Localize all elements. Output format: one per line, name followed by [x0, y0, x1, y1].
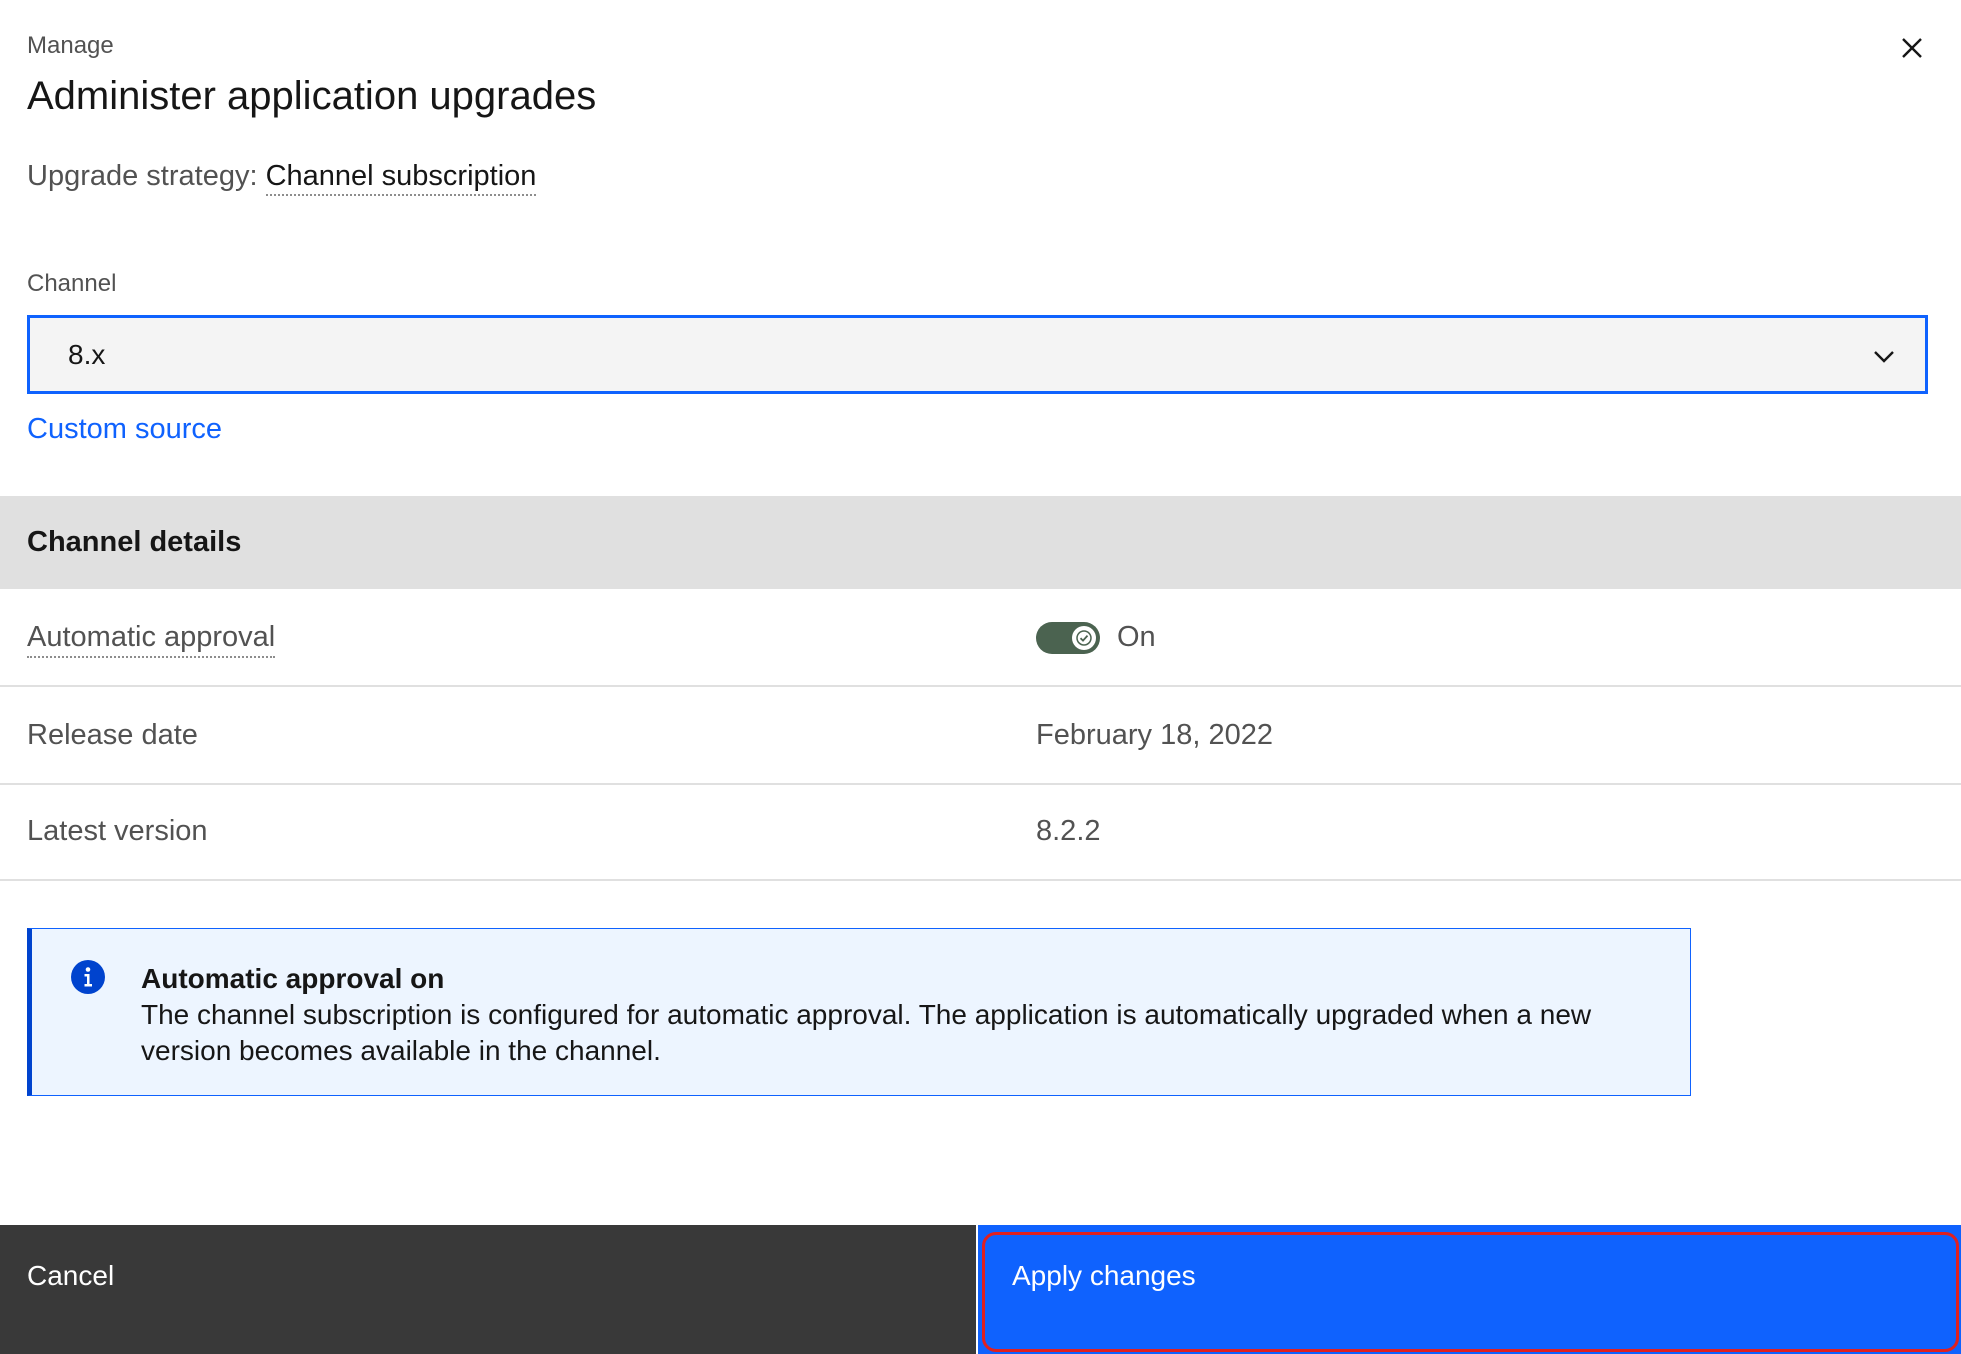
upgrade-strategy-value[interactable]: Channel subscription — [265, 160, 537, 196]
detail-key[interactable]: Automatic approval — [27, 621, 276, 658]
toggle-state-text: On — [1117, 621, 1156, 653]
modal: Manage Administer application upgrades U… — [0, 0, 1961, 1354]
detail-value: 8.2.2 — [1036, 815, 1101, 847]
channel-details-title: Channel details — [27, 526, 242, 558]
modal-eyebrow: Manage — [27, 32, 114, 59]
custom-source-link[interactable]: Custom source — [27, 413, 222, 446]
close-icon — [1902, 38, 1922, 58]
detail-row-automatic-approval: Automatic approval On — [0, 589, 1961, 687]
cancel-button-label: Cancel — [27, 1260, 115, 1291]
channel-details-header: Channel details — [0, 496, 1961, 589]
automatic-approval-toggle[interactable]: On — [1036, 621, 1156, 654]
detail-row-latest-version: Latest version 8.2.2 — [0, 783, 1961, 881]
close-button[interactable] — [1890, 26, 1934, 70]
upgrade-strategy: Upgrade strategy: Channel subscription — [27, 160, 537, 196]
information-icon — [71, 960, 105, 994]
detail-key: Latest version — [27, 815, 208, 847]
apply-changes-button-label: Apply changes — [1012, 1260, 1196, 1291]
notification-body: The channel subscription is configured f… — [141, 999, 1592, 1066]
toggle-switch[interactable] — [1036, 621, 1100, 654]
detail-value: February 18, 2022 — [1036, 719, 1273, 751]
notification-title: Automatic approval on — [141, 963, 445, 994]
detail-key: Release date — [27, 719, 198, 751]
channel-select[interactable]: 8.x — [27, 315, 1928, 394]
channel-selected-value: 8.x — [68, 338, 106, 370]
checkmark-icon — [1076, 629, 1092, 646]
toggle-knob — [1072, 625, 1096, 650]
channel-label: Channel — [27, 270, 117, 297]
cancel-button[interactable]: Cancel — [0, 1225, 976, 1354]
modal-footer: Cancel Apply changes — [0, 1225, 1961, 1354]
upgrade-strategy-label: Upgrade strategy: — [27, 160, 258, 192]
focus-ring — [982, 1232, 1959, 1352]
apply-changes-button[interactable]: Apply changes — [976, 1225, 1961, 1354]
info-notification: Automatic approval on The channel subscr… — [27, 928, 1691, 1096]
detail-row-release-date: Release date February 18, 2022 — [0, 687, 1961, 785]
modal-title: Administer application upgrades — [27, 74, 597, 118]
chevron-down-icon — [1874, 351, 1894, 363]
